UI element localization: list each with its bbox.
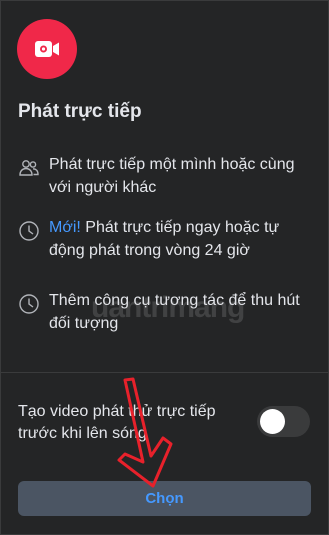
- feature-item-cohost: Phát trực tiếp một mình hoặc cùng với ng…: [18, 153, 318, 199]
- page-title: Phát trực tiếp: [18, 101, 142, 122]
- test-broadcast-toggle[interactable]: [257, 406, 310, 437]
- feature-item-schedule: Mới! Phát trực tiếp ngay hoặc tự động ph…: [18, 216, 318, 262]
- feature-text-body: Phát trực tiếp ngay hoặc tự động phát tr…: [49, 219, 280, 259]
- feature-text: Phát trực tiếp một mình hoặc cùng với ng…: [49, 156, 295, 196]
- feature-text: Mới! Phát trực tiếp ngay hoặc tự động ph…: [49, 216, 309, 262]
- live-video-panel: Phát trực tiếp Phát trực tiếp một mình h…: [0, 0, 329, 535]
- clock-icon: [18, 220, 40, 242]
- people-icon: [18, 157, 40, 179]
- clock-icon: [18, 293, 40, 315]
- annotation-arrow-icon: [117, 377, 173, 488]
- divider: [1, 372, 328, 373]
- toggle-knob: [260, 409, 285, 434]
- new-badge: Mới!: [49, 219, 81, 236]
- live-video-camera-icon: [17, 19, 77, 79]
- watermark: uantrimang: [91, 291, 245, 324]
